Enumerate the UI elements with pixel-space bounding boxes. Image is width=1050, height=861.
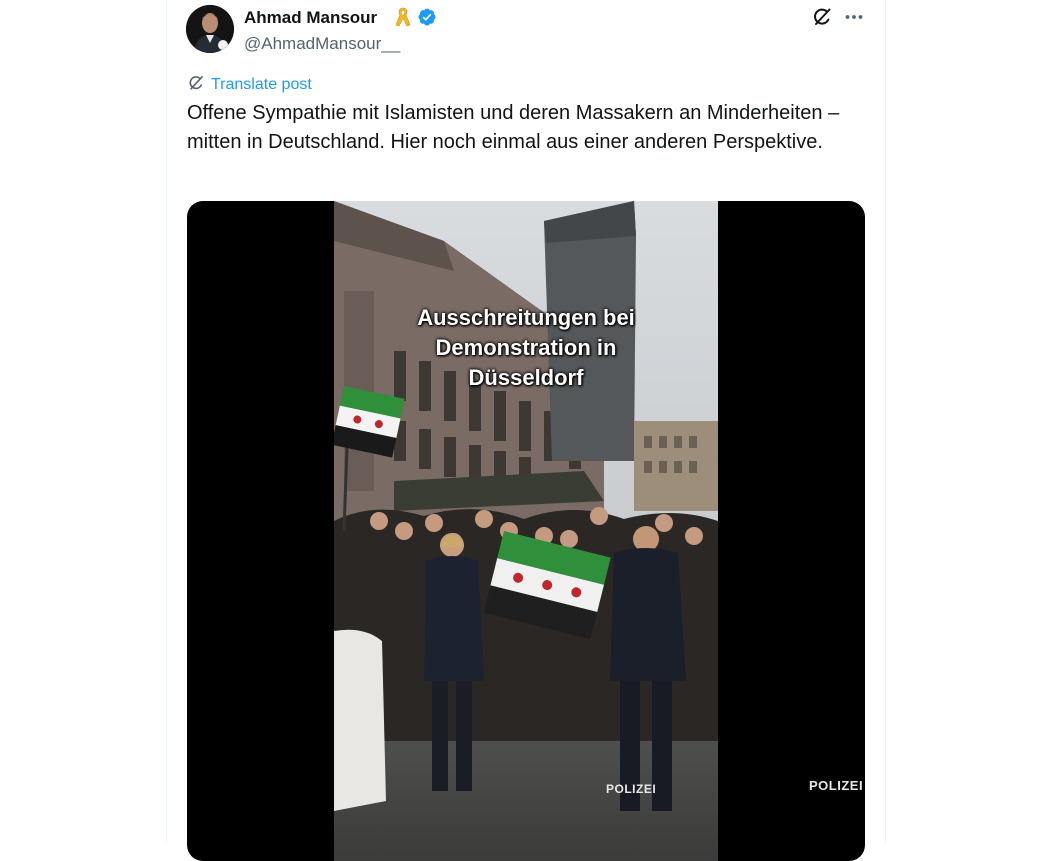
author-handle[interactable]: @AhmadMansour__	[244, 34, 400, 54]
avatar-photo	[186, 5, 234, 53]
yellow-ribbon-icon	[394, 6, 412, 28]
column-border-right	[885, 0, 886, 843]
police-vest-label: POLIZEI	[606, 782, 657, 796]
video-caption: Ausschreitungen bei Demonstration in Düs…	[417, 305, 635, 390]
translate-post-label: Translate post	[211, 76, 312, 93]
grok-icon[interactable]	[811, 6, 833, 28]
post-text: Offene Sympathie mit Islamisten und dere…	[187, 102, 840, 153]
column-border-left	[166, 0, 167, 843]
police-vest-label: POLIZEI	[809, 778, 864, 793]
verified-badge-icon	[417, 7, 437, 27]
grok-translate-icon	[187, 74, 205, 97]
more-options-icon[interactable]	[843, 6, 865, 28]
author-name[interactable]: Ahmad Mansour	[244, 8, 377, 28]
translate-post-button[interactable]: Translate post	[187, 75, 312, 95]
video-frame	[334, 201, 718, 861]
avatar[interactable]	[186, 5, 234, 53]
video-player[interactable]: Ausschreitungen bei Demonstration in Düs…	[187, 201, 865, 861]
